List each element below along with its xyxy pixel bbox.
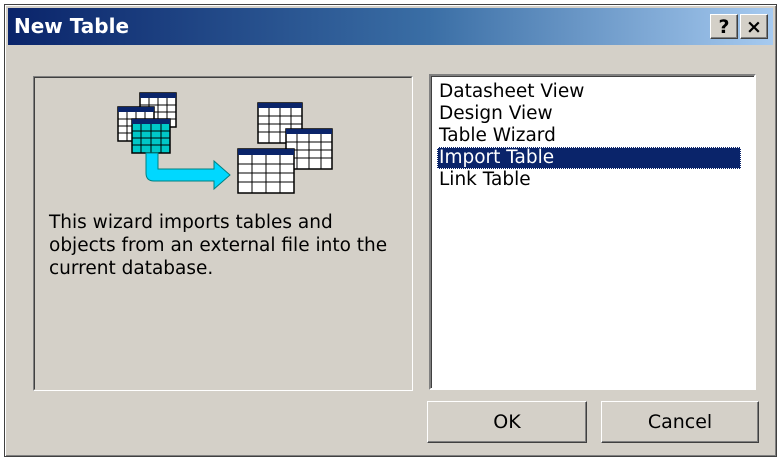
list-item-design-view[interactable]: Design View	[437, 103, 555, 125]
list-item-link-table[interactable]: Link Table	[437, 169, 533, 191]
view-listbox[interactable]: Datasheet View Design View Table Wizard …	[429, 74, 756, 390]
list-item-import-table[interactable]: Import Table	[437, 147, 741, 169]
help-button[interactable]: ?	[710, 14, 738, 39]
cancel-button[interactable]: Cancel	[601, 401, 759, 443]
window-title: New Table	[14, 14, 130, 38]
source-table-selected-icon	[131, 118, 171, 154]
dest-table-front-icon	[237, 148, 295, 194]
new-table-dialog: New Table ? × This wizard imports tables…	[4, 4, 777, 457]
import-arrow-icon	[145, 152, 231, 191]
wizard-description: This wizard imports tables and objects f…	[49, 212, 388, 279]
help-icon: ?	[718, 15, 730, 38]
list-item-datasheet-view[interactable]: Datasheet View	[437, 81, 586, 103]
ok-button[interactable]: OK	[427, 401, 587, 443]
list-item-table-wizard[interactable]: Table Wizard	[437, 125, 558, 147]
title-bar[interactable]: New Table ? ×	[8, 8, 773, 45]
close-button[interactable]: ×	[740, 14, 768, 39]
import-tables-icon	[117, 92, 333, 194]
description-panel: This wizard imports tables and objects f…	[33, 76, 413, 391]
close-icon: ×	[746, 15, 762, 38]
